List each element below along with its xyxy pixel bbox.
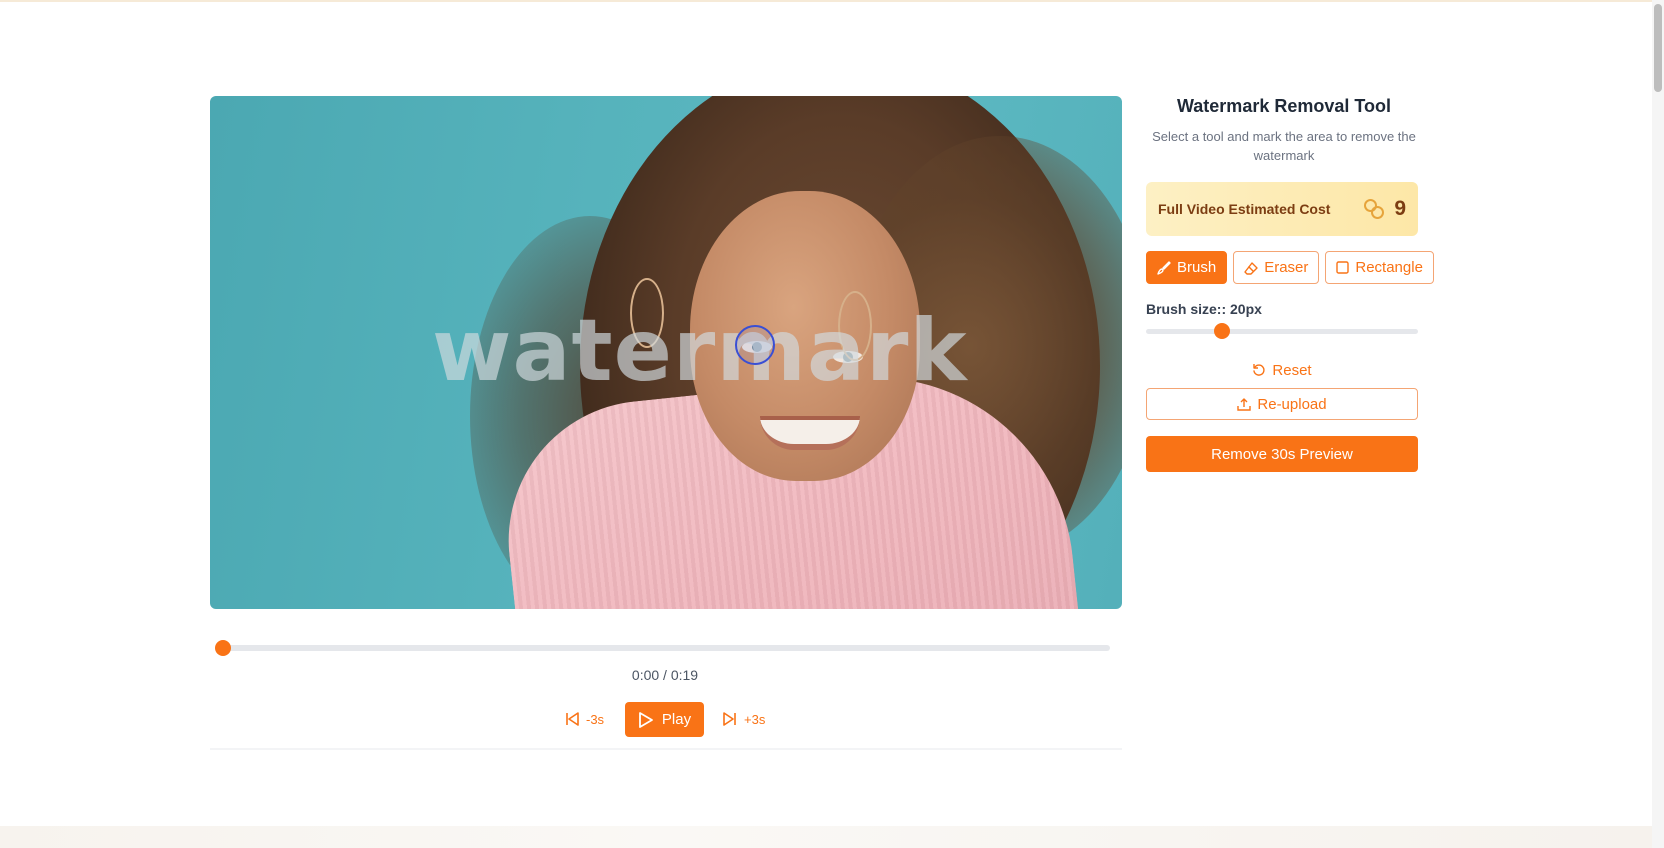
footer-band	[0, 826, 1652, 848]
eraser-tool-button[interactable]: Eraser	[1233, 251, 1320, 284]
scrollbar-thumb[interactable]	[1654, 4, 1662, 92]
brush-size-slider[interactable]	[1146, 323, 1418, 339]
scrollbar[interactable]	[1652, 0, 1664, 848]
tool-panel: Watermark Removal Tool Select a tool and…	[1144, 96, 1434, 472]
brush-cursor	[735, 325, 775, 365]
cost-card: Full Video Estimated Cost 9	[1146, 182, 1418, 236]
brush-tool-label: Brush	[1177, 259, 1217, 276]
reset-icon	[1252, 363, 1266, 377]
smile	[760, 416, 860, 450]
skip-forward-button[interactable]: +3s	[722, 711, 765, 727]
play-button[interactable]: Play	[625, 702, 704, 737]
panel-title: Watermark Removal Tool	[1176, 96, 1392, 116]
time-readout: 0:00 / 0:19	[631, 667, 699, 683]
square-icon	[1336, 261, 1350, 274]
upload-icon	[1237, 397, 1252, 411]
brush-icon	[1157, 260, 1171, 275]
brush-tool-button[interactable]: Brush	[1146, 251, 1228, 284]
play-icon	[638, 711, 654, 729]
rectangle-tool-button[interactable]: Rectangle	[1325, 251, 1434, 284]
brush-size-label: Brush size:: 20px	[1146, 301, 1262, 317]
video-timeline[interactable]	[215, 640, 1110, 656]
panel-subtitle: Select a tool and mark the area to remov…	[1152, 129, 1416, 163]
skip-back-icon	[564, 711, 580, 727]
skip-back-label: -3s	[586, 711, 605, 727]
eraser-icon	[1244, 261, 1258, 275]
reset-label: Reset	[1272, 361, 1312, 379]
reset-button[interactable]: Reset	[1146, 358, 1418, 382]
timeline-thumb[interactable]	[215, 640, 231, 656]
reupload-button[interactable]: Re-upload	[1146, 388, 1418, 420]
watermark-overlay: watermark	[432, 301, 968, 401]
playback-controls: -3s Play +3s	[560, 702, 780, 738]
skip-forward-label: +3s	[744, 711, 766, 727]
cost-label: Full Video Estimated Cost	[1158, 201, 1331, 217]
rectangle-tool-label: Rectangle	[1355, 259, 1423, 276]
reupload-label: Re-upload	[1257, 395, 1327, 413]
coins-icon	[1364, 198, 1386, 220]
video-canvas[interactable]: watermark	[210, 96, 1122, 609]
divider	[210, 748, 1122, 750]
play-label: Play	[661, 711, 692, 728]
skip-forward-icon	[722, 711, 738, 727]
remove-preview-button[interactable]: Remove 30s Preview	[1146, 436, 1418, 472]
cost-value: 9	[1394, 197, 1406, 220]
brush-size-thumb[interactable]	[1214, 323, 1231, 339]
skip-back-button[interactable]: -3s	[564, 711, 604, 727]
top-border	[0, 0, 1652, 2]
eraser-tool-label: Eraser	[1264, 259, 1309, 276]
tool-selector: Brush Eraser Rectangle	[1146, 251, 1434, 284]
